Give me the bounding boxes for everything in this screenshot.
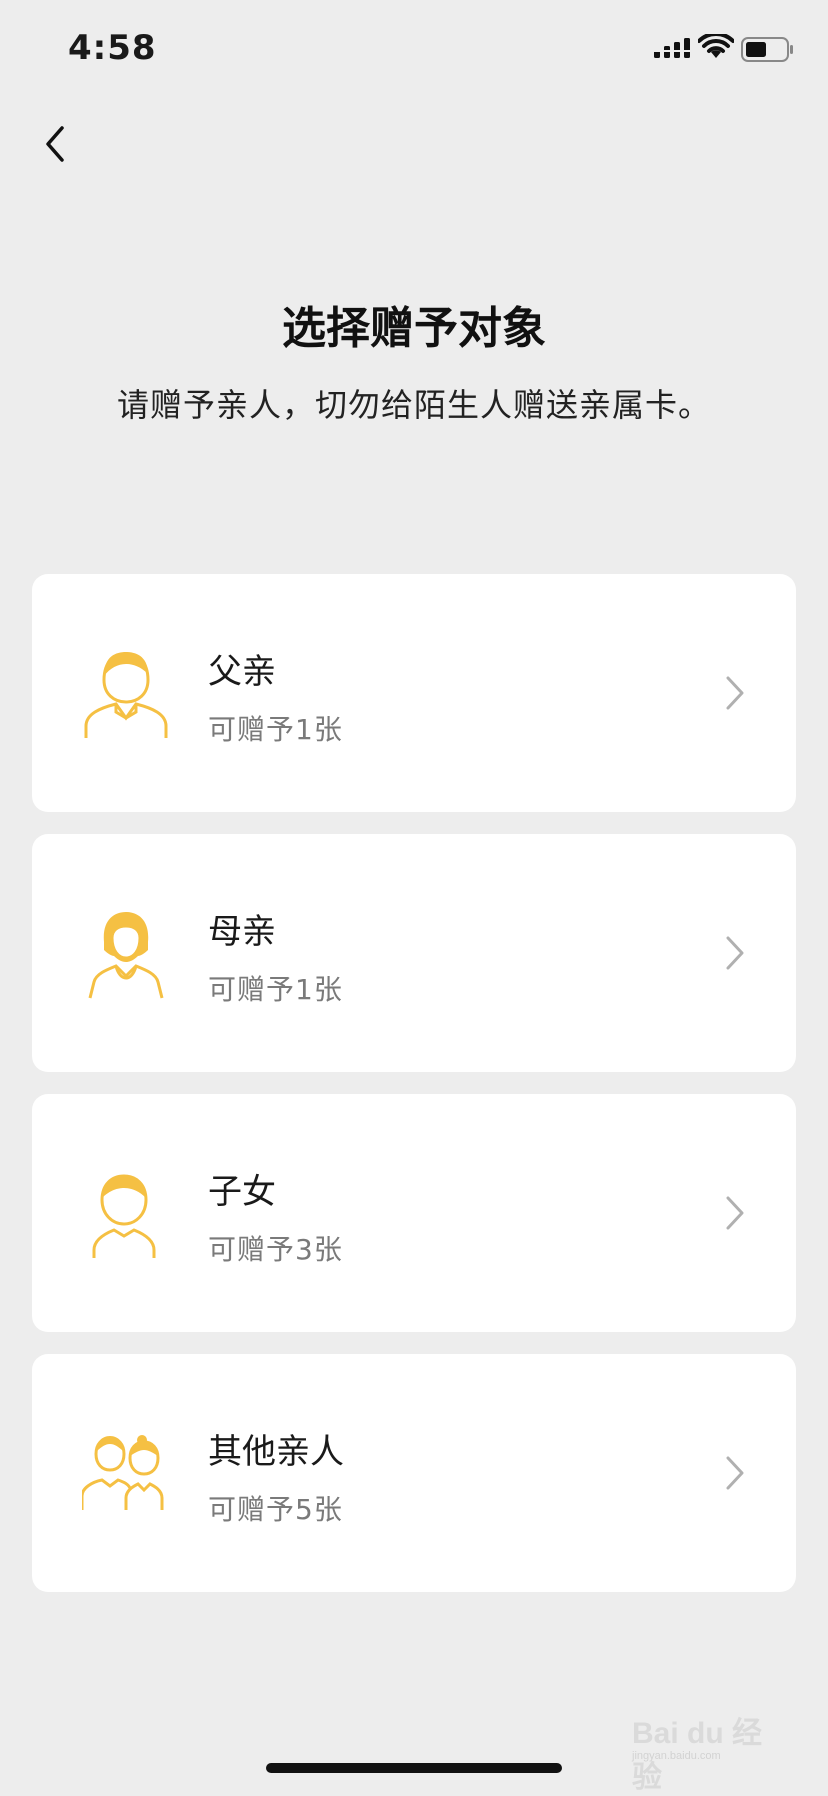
chevron-left-icon <box>46 126 64 162</box>
battery-icon <box>741 37 793 62</box>
chevron-right-icon <box>726 676 744 710</box>
option-name: 子女 <box>208 1172 276 1212</box>
other-relatives-icon <box>82 1435 164 1510</box>
status-time: 4:58 <box>68 28 157 68</box>
status-bar: 4:58 <box>0 0 828 100</box>
child-icon <box>92 1174 156 1258</box>
father-icon <box>84 652 168 738</box>
option-quota: 可赠予5张 <box>208 1493 343 1526</box>
option-name: 父亲 <box>208 652 276 692</box>
wifi-icon <box>698 34 734 58</box>
watermark: Bai du 经验 jingyan.baidu.com <box>632 1700 782 1794</box>
chevron-right-icon <box>726 936 744 970</box>
mother-icon <box>88 912 164 999</box>
option-quota: 可赠予1张 <box>208 713 343 746</box>
page-subtitle: 请赠予亲人，切勿给陌生人赠送亲属卡。 <box>116 386 711 424</box>
watermark-subtext: jingyan.baidu.com <box>632 1750 721 1762</box>
back-button[interactable] <box>22 112 86 176</box>
cellular-signal-icon <box>654 38 690 58</box>
option-card-child[interactable]: 子女 可赠予3张 <box>32 1094 796 1332</box>
option-quota: 可赠予3张 <box>208 1233 343 1266</box>
option-name: 其他亲人 <box>208 1432 344 1472</box>
page-title: 选择赠予对象 <box>282 303 546 354</box>
option-card-mother[interactable]: 母亲 可赠予1张 <box>32 834 796 1072</box>
option-card-father[interactable]: 父亲 可赠予1张 <box>32 574 796 812</box>
home-indicator[interactable] <box>266 1763 562 1773</box>
option-name: 母亲 <box>208 912 276 952</box>
option-card-other-relatives[interactable]: 其他亲人 可赠予5张 <box>32 1354 796 1592</box>
option-quota: 可赠予1张 <box>208 973 343 1006</box>
chevron-right-icon <box>726 1456 744 1490</box>
chevron-right-icon <box>726 1196 744 1230</box>
